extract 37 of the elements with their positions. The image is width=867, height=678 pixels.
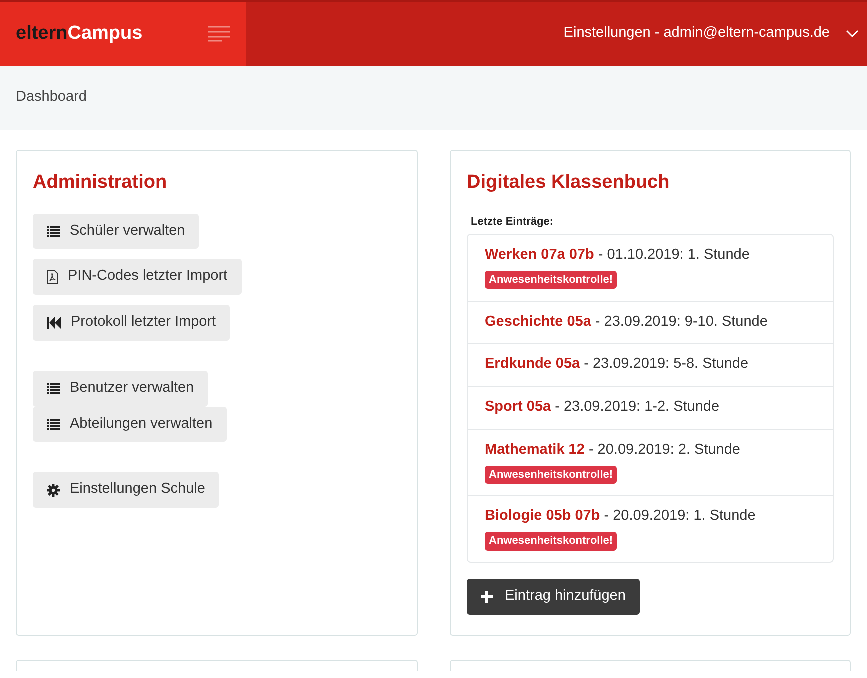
list-icon: [47, 226, 60, 237]
add-entry-button[interactable]: Eintrag hinzufügen: [467, 578, 640, 614]
gear-icon: [47, 484, 60, 497]
list-icon: [47, 383, 60, 394]
admin-button[interactable]: PIN-Codes letzter Import: [33, 259, 242, 295]
admin-button[interactable]: Einstellungen Schule: [33, 472, 220, 508]
admin-button[interactable]: Benutzer verwalten: [33, 370, 208, 406]
entry-detail: - 01.10.2019: 1. Stunde: [598, 246, 750, 265]
admin-button[interactable]: Schüler verwalten: [33, 214, 200, 250]
entry-detail: - 23.09.2019: 5-8. Stunde: [584, 355, 749, 374]
entry-detail: - 20.09.2019: 1. Stunde: [604, 507, 756, 526]
attendance-badge: Anwesenheitskontrolle!: [485, 270, 618, 290]
menu-icon[interactable]: [208, 26, 230, 42]
list-icon: [47, 418, 60, 430]
logo[interactable]: elternCampus: [16, 20, 143, 48]
chevron-down-icon: [846, 30, 859, 38]
entry-link[interactable]: Mathematik 12: [485, 440, 585, 462]
entry-link[interactable]: Werken 07a 07b: [485, 245, 594, 267]
section-label: Letzte Einträge:: [471, 214, 555, 230]
entry-link[interactable]: Erdkunde 05a: [485, 354, 580, 376]
entry-detail: - 20.09.2019: 2. Stunde: [588, 440, 741, 460]
entry-detail: - 23.09.2019: 1-2. Stunde: [555, 398, 720, 417]
entry-link[interactable]: Sport 05a: [485, 397, 552, 419]
plus-icon: [481, 590, 493, 603]
pdf-file-icon: [47, 270, 58, 284]
entry-detail: - 23.09.2019: 9-10. Stunde: [595, 312, 768, 332]
admin-button[interactable]: Protokoll letzter Import: [33, 305, 230, 341]
rewind-icon: [47, 316, 61, 329]
card-title: Digitales Klassenbuch: [467, 171, 671, 195]
attendance-badge: Anwesenheitskontrolle!: [485, 532, 618, 550]
attendance-badge: Anwesenheitskontrolle!: [485, 466, 618, 484]
admin-button[interactable]: Abteilungen verwalten: [33, 406, 227, 442]
user-menu[interactable]: Einstellungen - admin@eltern-campus.de: [564, 23, 859, 45]
breadcrumb[interactable]: Dashboard: [16, 87, 87, 109]
entry-link[interactable]: Biologie 05b 07b: [485, 506, 600, 528]
entry-link[interactable]: Geschichte 05a: [485, 312, 592, 334]
card-title: Administration: [33, 171, 168, 195]
